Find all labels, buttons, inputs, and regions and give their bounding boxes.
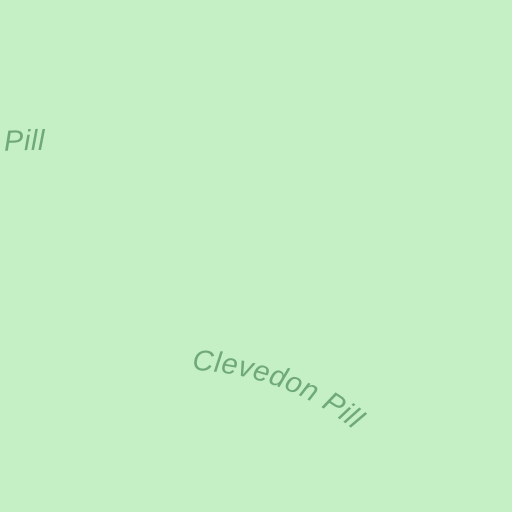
map-tile[interactable]: Clevedon Pill Clevedon Pill: [0, 0, 512, 512]
map-canvas[interactable]: Clevedon Pill Clevedon Pill: [0, 0, 512, 512]
water-area: [0, 0, 512, 512]
